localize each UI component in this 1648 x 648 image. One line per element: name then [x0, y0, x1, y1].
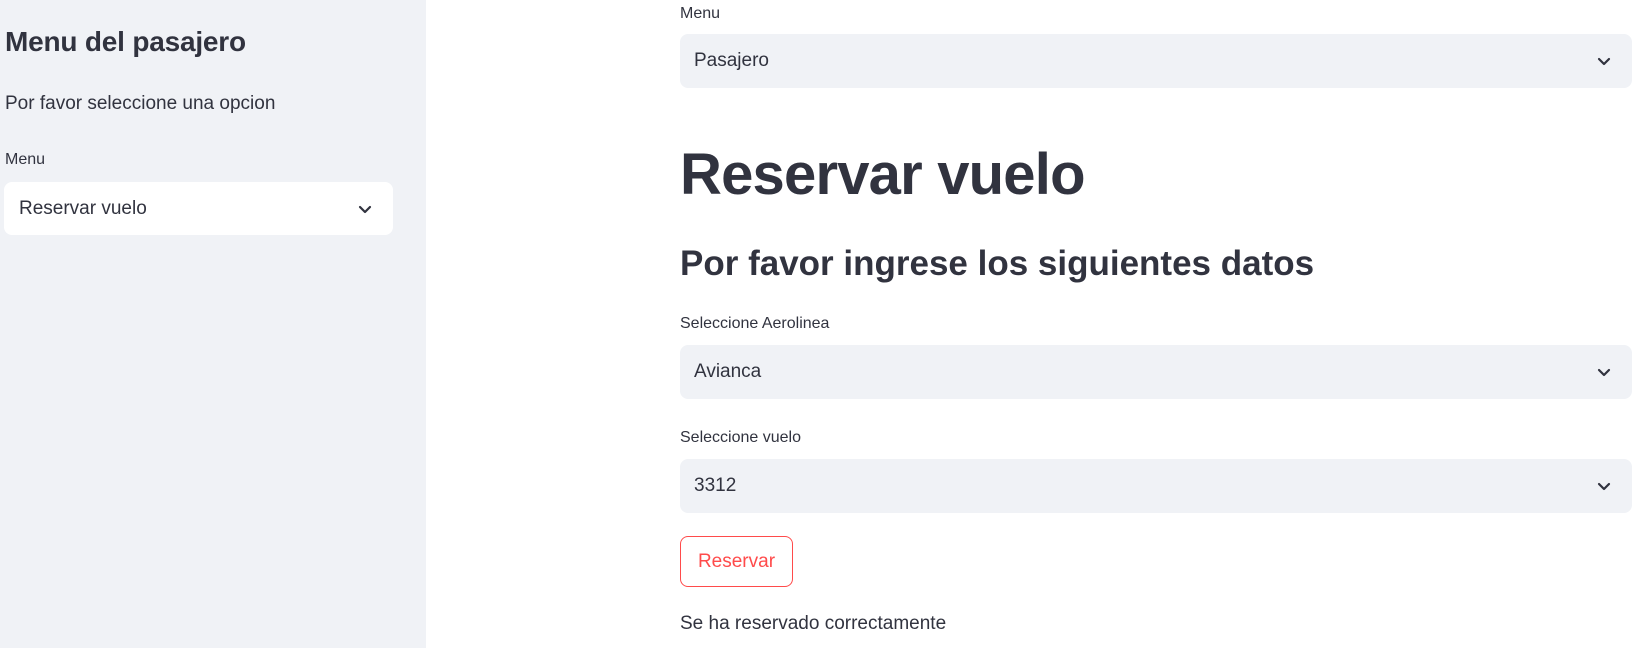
- main-menu-label: Menu: [680, 5, 721, 22]
- sidebar-prompt: Por favor seleccione una opcion: [5, 93, 276, 114]
- sidebar-title: Menu del pasajero: [5, 26, 246, 57]
- chevron-down-icon: [1594, 51, 1614, 71]
- page-subtitle: Por favor ingrese los siguientes datos: [680, 244, 1315, 283]
- sidebar-menu-select[interactable]: Reservar vuelo: [4, 182, 393, 235]
- flight-select[interactable]: 3312: [680, 459, 1632, 513]
- main-menu-select[interactable]: Pasajero: [680, 34, 1632, 88]
- chevron-down-icon: [355, 199, 375, 219]
- chevron-down-icon: [1594, 362, 1614, 382]
- airline-label: Seleccione Aerolinea: [680, 315, 830, 332]
- airline-select[interactable]: Avianca: [680, 345, 1632, 399]
- sidebar-menu-label: Menu: [5, 151, 46, 168]
- page-title: Reservar vuelo: [680, 142, 1086, 207]
- main-content: Menu Pasajero Reservar vuelo Por favor i…: [680, 0, 1633, 648]
- status-message: Se ha reservado correctamente: [680, 613, 947, 634]
- main-menu-value: Pasajero: [694, 50, 769, 71]
- flight-value: 3312: [694, 475, 737, 496]
- flight-label: Seleccione vuelo: [680, 429, 801, 446]
- sidebar: Menu del pasajero Por favor seleccione u…: [0, 0, 426, 648]
- reserve-button[interactable]: Reservar: [680, 536, 793, 587]
- sidebar-menu-value: Reservar vuelo: [19, 197, 147, 219]
- chevron-down-icon: [1594, 476, 1614, 496]
- airline-value: Avianca: [694, 361, 762, 382]
